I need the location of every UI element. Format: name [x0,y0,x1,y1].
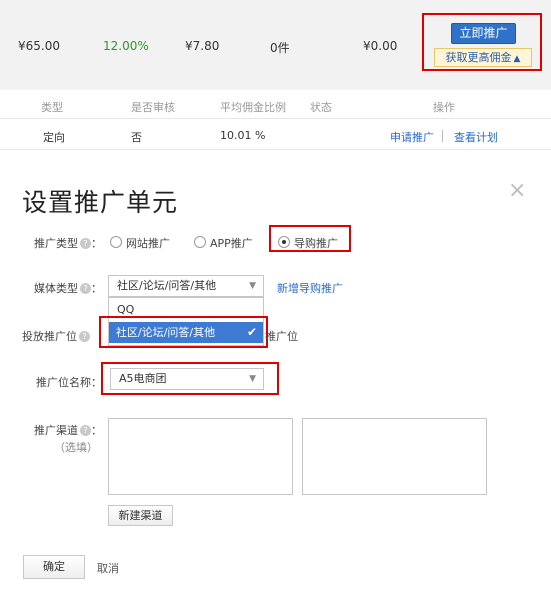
view-plan-link[interactable]: 查看计划 [454,129,498,145]
media-type-value: 社区/论坛/问答/其他 [117,279,217,292]
table-bottom-divider [0,149,551,150]
commission-amount: ¥7.80 [185,39,220,53]
promo-type-label: 推广类型?： [34,237,102,250]
highlight-box-placement-name [101,362,279,395]
table-divider [0,118,551,119]
radio-website-label[interactable]: 网站推广 [126,235,170,251]
action-separator [442,130,443,142]
media-type-label-text: 媒体类型 [34,282,78,295]
help-icon[interactable]: ? [80,425,91,436]
dropdown-option-qq[interactable]: QQ [117,303,134,316]
plan-type-cell: 定向 [43,131,65,144]
highlight-box-dropdown [99,316,268,348]
commission-rate: 12.00% [103,39,149,53]
promotion-count: 0件 [270,41,290,55]
media-type-select[interactable]: 社区/论坛/问答/其他 ▼ [108,275,264,297]
confirm-button[interactable]: 确定 [23,555,85,579]
radio-shopping-guide[interactable] [278,236,290,248]
radio-app[interactable] [194,236,206,248]
apply-promotion-link[interactable]: 申请推广 [390,129,434,145]
placement-name-label: 推广位名称： [36,376,102,389]
radio-shopping-guide-label[interactable]: 导购推广 [294,235,338,251]
plan-avg-rate-cell: 10.01 % [220,129,266,142]
get-more-commission-label: 获取更高佣金 [445,51,512,64]
plan-review-cell: 否 [131,131,142,144]
channel-label: 推广渠道?： [34,424,102,437]
col-header-avg-rate: 平均佣金比例 [220,101,286,114]
new-channel-button[interactable]: 新建渠道 [108,505,173,526]
close-icon[interactable]: × [508,178,526,203]
help-icon[interactable]: ? [80,283,91,294]
get-more-commission-button[interactable]: 获取更高佣金 ▲ [434,48,532,67]
channel-list-left[interactable] [108,418,293,495]
product-price: ¥65.00 [18,39,60,53]
radio-app-label[interactable]: APP推广 [210,235,253,251]
chevron-up-icon: ▲ [513,54,521,64]
col-header-status: 状态 [310,101,332,114]
cancel-link[interactable]: 取消 [97,560,119,576]
placement-option-partial[interactable]: 推广位 [265,328,298,344]
help-icon[interactable]: ? [80,238,91,249]
placement-label: 投放推广位? [22,328,90,344]
help-icon[interactable]: ? [79,331,90,342]
col-header-type: 类型 [41,101,63,114]
col-header-actions: 操作 [433,101,455,114]
channel-list-right[interactable] [302,418,487,495]
placement-name-label-text: 推广位名称 [36,376,91,389]
media-type-label: 媒体类型?： [34,282,102,295]
radio-website[interactable] [110,236,122,248]
dialog-title: 设置推广单元 [22,188,179,217]
chevron-down-icon: ▼ [249,281,256,291]
col-header-review: 是否审核 [131,101,175,114]
promo-type-label-text: 推广类型 [34,237,78,250]
new-shopping-guide-link[interactable]: 新增导购推广 [277,280,343,296]
channel-label-text: 推广渠道 [34,424,78,437]
optional-hint: （选填） [54,441,98,454]
total-amount: ¥0.00 [363,39,398,53]
promote-now-button[interactable]: 立即推广 [451,23,516,44]
placement-label-text: 投放推广位 [22,330,77,343]
